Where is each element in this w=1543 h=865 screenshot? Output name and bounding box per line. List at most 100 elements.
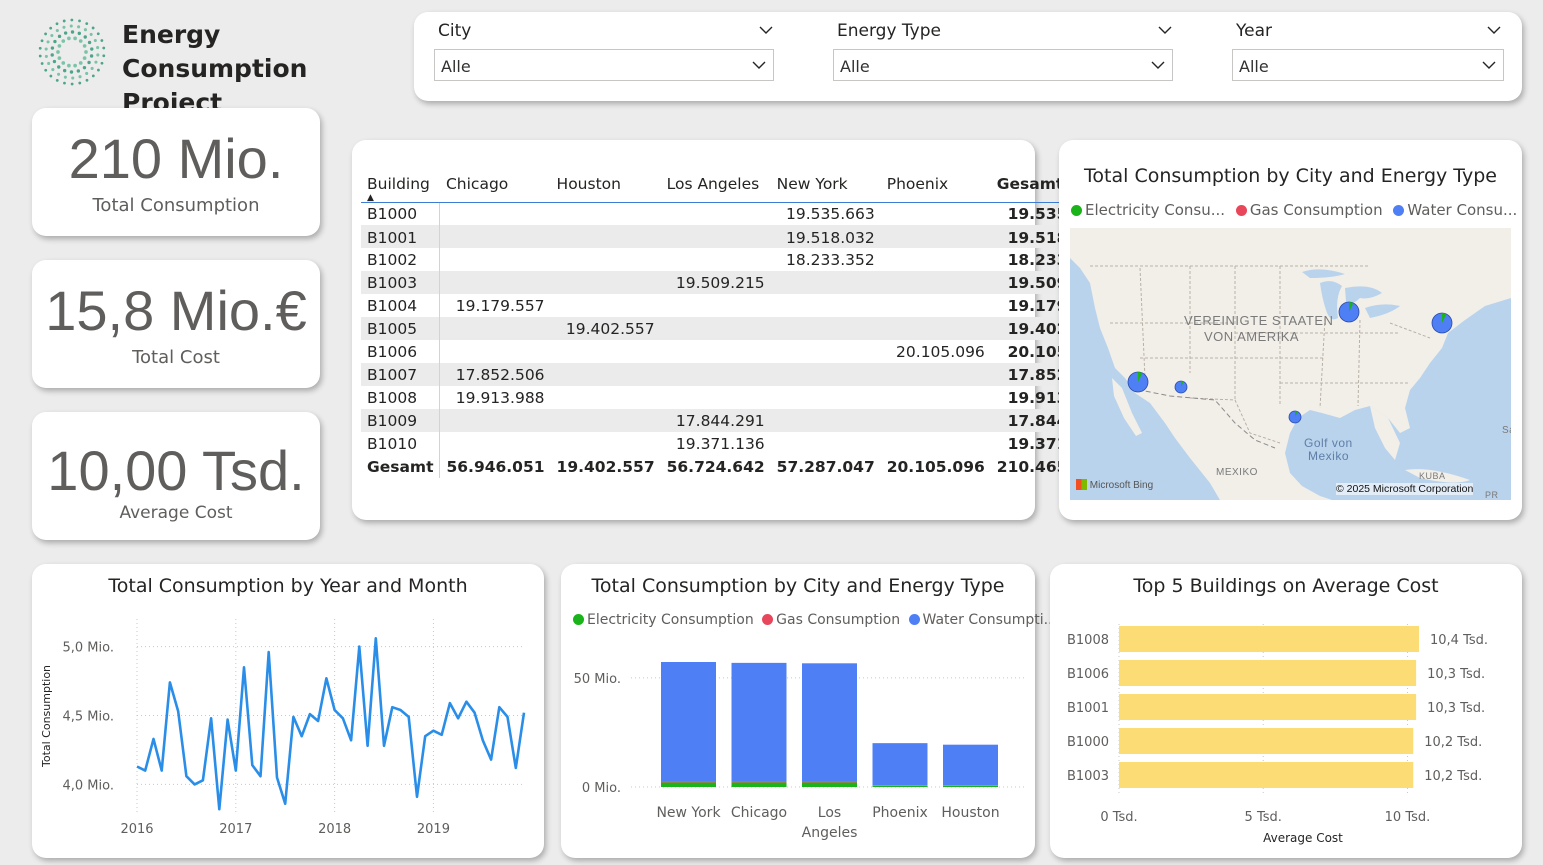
logo-dot: [55, 22, 59, 26]
logo-dot: [71, 76, 75, 80]
chevron-down-icon: [1151, 61, 1165, 69]
matrix-row-header: B1004: [361, 294, 441, 317]
table-row[interactable]: B1008 19.913.988 19.913.988: [361, 386, 1112, 409]
logo-dot: [82, 44, 87, 48]
map-bubbles: [1127, 301, 1453, 424]
energy-type-dropdown[interactable]: Alle: [833, 49, 1173, 81]
legend-item-electricity[interactable]: Electricity Consu...: [1071, 201, 1225, 219]
logo-dot: [89, 54, 94, 58]
bar[interactable]: [1119, 694, 1417, 720]
chevron-down-icon[interactable]: [1157, 22, 1173, 38]
table-row[interactable]: B1010 19.371.136 19.371.136: [361, 432, 1112, 455]
map-pie-bubble[interactable]: [1174, 380, 1188, 394]
matrix-cell: [880, 271, 991, 294]
matrix-row-header: B1008: [361, 386, 441, 409]
matrix-cell: 19.535.663: [785, 204, 875, 223]
logo-dot: [57, 56, 62, 60]
map-legend: Electricity Consu... Gas Consumption Wat…: [1071, 201, 1517, 219]
logo-dot: [62, 25, 66, 29]
bar-water[interactable]: [943, 744, 998, 786]
table-row[interactable]: B1007 17.852.506 17.852.506: [361, 363, 1112, 386]
energy-type-dropdown-value: Alle: [840, 57, 870, 76]
map-canvas[interactable]: VEREINIGTE STAATEN VON AMERIKA Golf von …: [1070, 228, 1511, 500]
bar-electricity[interactable]: [943, 785, 998, 787]
map-pie-bubble[interactable]: [1288, 410, 1302, 424]
kpi-average-cost: 10,00 Tsd. Average Cost: [32, 412, 320, 540]
map-pie-bubble[interactable]: [1431, 312, 1453, 334]
matrix-header-houston[interactable]: Houston: [550, 166, 661, 203]
logo-dot: [38, 54, 42, 58]
filter-panel: City Alle Energy Type Alle Year Alle: [414, 12, 1522, 101]
matrix-header-new-york[interactable]: New York: [770, 166, 881, 203]
logo-dot: [82, 56, 87, 60]
matrix-cell: [771, 386, 881, 409]
matrix-total-row[interactable]: Gesamt 56.946.051 19.402.557 56.724.642 57.2…: [361, 455, 1112, 478]
bar-water[interactable]: [802, 663, 857, 782]
x-axis-label: Average Cost: [1263, 831, 1343, 845]
table-row[interactable]: B1001 19.518.032 19.518.032: [361, 225, 1112, 248]
logo-dot: [96, 46, 100, 50]
matrix-cell: [660, 225, 771, 248]
logo-dot: [87, 40, 92, 45]
y-tick-label: 4,5 Mio.: [63, 710, 115, 725]
table-row[interactable]: B1002 18.233.352 18.233.352: [361, 248, 1112, 271]
bar-water[interactable]: [661, 662, 716, 782]
legend-item-gas[interactable]: Gas Consumption: [1235, 201, 1383, 219]
matrix-header-los-angeles[interactable]: Los Angeles: [660, 166, 771, 203]
logo-dot: [57, 65, 61, 69]
bar-gas[interactable]: [731, 781, 787, 783]
table-row[interactable]: B1005 19.402.557 19.402.557: [361, 317, 1112, 340]
city-dropdown[interactable]: Alle: [434, 49, 774, 81]
logo-dot: [50, 53, 54, 57]
bar-electricity[interactable]: [802, 782, 857, 787]
bar-water[interactable]: [731, 662, 787, 782]
logo-dot: [62, 68, 67, 73]
kpi-value: 10,00 Tsd.: [47, 439, 305, 502]
bar-electricity[interactable]: [661, 782, 716, 787]
matrix-cell: [551, 248, 661, 271]
line-chart[interactable]: 5,0 Mio. 4,5 Mio. 4,0 Mio. 2016 2017 2018 2019…: [32, 564, 544, 858]
matrix-cell: [771, 432, 881, 455]
bar-chart[interactable]: 0 Tsd. 5 Tsd. 10 Tsd. Average Cost B1008 10,4…: [1050, 564, 1522, 858]
bar[interactable]: [1119, 660, 1417, 686]
bar[interactable]: [1119, 626, 1419, 652]
table-row[interactable]: B1004 19.179.557 19.179.557: [361, 294, 1112, 317]
sort-ascending-icon[interactable]: ▲: [367, 193, 374, 203]
bar-electricity[interactable]: [731, 782, 787, 787]
table-row[interactable]: B1009 17.844.291 17.844.291: [361, 409, 1112, 432]
bar-electricity[interactable]: [872, 785, 928, 787]
bar-water[interactable]: [872, 743, 928, 786]
year-dropdown[interactable]: Alle: [1232, 49, 1504, 81]
series-line[interactable]: [136, 637, 526, 811]
logo-dot: [63, 81, 66, 85]
chevron-down-icon[interactable]: [758, 22, 774, 38]
matrix-cell: [550, 225, 661, 248]
bar[interactable]: [1119, 762, 1414, 788]
x-tick-label: Los: [818, 805, 841, 821]
bar-gas[interactable]: [802, 781, 857, 783]
column-stack[interactable]: [661, 662, 716, 787]
column-chart[interactable]: 50 Mio. 0 Mio. New York Chicago Los Angeles Ph…: [561, 564, 1035, 858]
map-pie-bubble[interactable]: [1127, 371, 1149, 393]
legend-item-water[interactable]: Water Consu...: [1393, 201, 1517, 219]
logo-dot: [96, 53, 100, 57]
column-stack[interactable]: [943, 744, 998, 787]
bar-gas[interactable]: [661, 781, 716, 783]
column-stack[interactable]: [872, 743, 928, 787]
logo-dot: [84, 50, 88, 54]
logo-dot: [56, 50, 60, 54]
bar[interactable]: [1119, 728, 1414, 754]
matrix-header-phoenix[interactable]: Phoenix: [880, 166, 991, 203]
table-row[interactable]: B1003 19.509.215 19.509.215: [361, 271, 1112, 294]
matrix-header-building[interactable]: Building ▲: [361, 166, 440, 203]
map-pie-bubble[interactable]: [1338, 301, 1360, 323]
table-row[interactable]: B1006 20.105.096 20.105.096: [361, 340, 1112, 363]
y-tick-label: 4,0 Mio.: [63, 778, 115, 793]
matrix-header-chicago[interactable]: Chicago: [439, 166, 551, 203]
chevron-down-icon[interactable]: [1486, 22, 1502, 38]
column-stack[interactable]: [731, 662, 787, 787]
logo-dot: [52, 59, 57, 64]
column-stack[interactable]: [802, 663, 857, 787]
table-row[interactable]: B1000 19.535.663 19.535.663: [361, 202, 1112, 225]
y-tick-label: B1001: [1067, 701, 1109, 716]
